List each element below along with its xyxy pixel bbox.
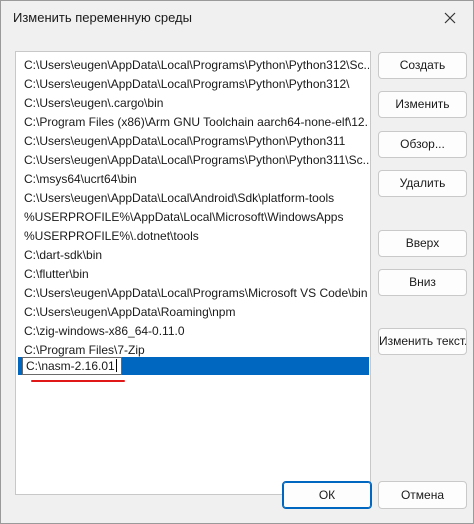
list-item-selected[interactable]: C:\nasm-2.16.01 <box>18 357 369 375</box>
list-item[interactable]: C:\Users\eugen\.cargo\bin <box>18 94 369 112</box>
list-item[interactable]: C:\Users\eugen\AppData\Local\Programs\Mi… <box>18 284 369 302</box>
delete-button[interactable]: Удалить <box>378 170 467 197</box>
list-item[interactable]: C:\Users\eugen\AppData\Local\Android\Sdk… <box>18 189 369 207</box>
list-item[interactable]: C:\flutter\bin <box>18 265 369 283</box>
title-bar: Изменить переменную среды <box>1 1 473 35</box>
list-item[interactable]: C:\Users\eugen\AppData\Local\Programs\Py… <box>18 75 369 93</box>
move-up-button[interactable]: Вверх <box>378 230 467 257</box>
edit-button[interactable]: Изменить <box>378 91 467 118</box>
list-item[interactable]: C:\Users\eugen\AppData\Local\Programs\Py… <box>18 56 369 74</box>
ok-button[interactable]: ОК <box>282 481 372 509</box>
edit-text-button[interactable]: Изменить текст... <box>378 328 467 355</box>
list-item[interactable]: C:\msys64\ucrt64\bin <box>18 170 369 188</box>
window-title: Изменить переменную среды <box>13 10 192 25</box>
browse-button[interactable]: Обзор... <box>378 131 467 158</box>
inline-edit-value: C:\nasm-2.16.01 <box>26 359 115 373</box>
list-item[interactable]: C:\Program Files (x86)\Arm GNU Toolchain… <box>18 113 369 131</box>
cancel-button[interactable]: Отмена <box>378 481 467 509</box>
create-button[interactable]: Создать <box>378 52 467 79</box>
list-item[interactable]: C:\Users\eugen\AppData\Local\Programs\Py… <box>18 151 369 169</box>
annotation-underline <box>31 380 125 382</box>
close-icon <box>444 12 456 24</box>
list-item[interactable]: C:\zig-windows-x86_64-0.11.0 <box>18 322 369 340</box>
edit-env-variable-dialog: Изменить переменную среды C:\Users\eugen… <box>0 0 474 524</box>
text-caret <box>115 359 117 372</box>
move-down-button[interactable]: Вниз <box>378 269 467 296</box>
list-item[interactable]: %USERPROFILE%\.dotnet\tools <box>18 227 369 245</box>
list-item[interactable]: C:\Users\eugen\AppData\Roaming\npm <box>18 303 369 321</box>
list-item[interactable]: C:\Users\eugen\AppData\Local\Programs\Py… <box>18 132 369 150</box>
inline-edit-input[interactable]: C:\nasm-2.16.01 <box>22 357 122 375</box>
list-item[interactable]: C:\dart-sdk\bin <box>18 246 369 264</box>
path-list[interactable]: C:\Users\eugen\AppData\Local\Programs\Py… <box>15 51 371 495</box>
list-item[interactable]: %USERPROFILE%\AppData\Local\Microsoft\Wi… <box>18 208 369 226</box>
close-button[interactable] <box>437 5 463 31</box>
